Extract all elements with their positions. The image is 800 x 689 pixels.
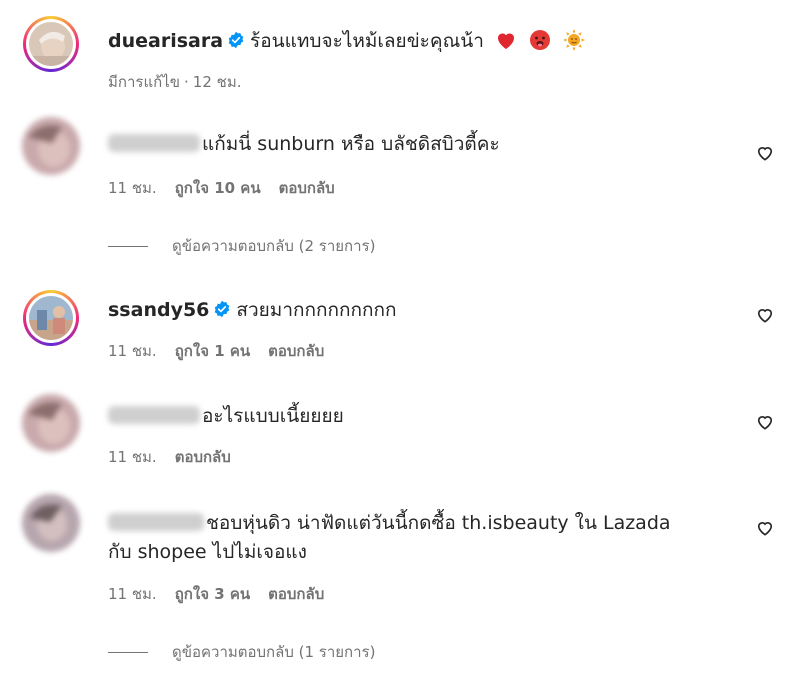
blurred-username[interactable]	[108, 134, 200, 152]
verified-badge-icon	[215, 300, 230, 318]
like-heart-icon[interactable]	[755, 412, 775, 432]
comment-text: แก้มนี่ sunburn หรือ บลัชดิสบิวตี้คะ	[108, 131, 500, 157]
comment-meta: 11 ชม. ตอบกลับ	[108, 445, 249, 469]
username[interactable]: duearisara	[108, 30, 223, 52]
likes-count[interactable]: ถูกใจ 3 คน	[175, 585, 250, 603]
comment-body: แก้มนี่ sunburn หรือ บลัชดิสบิวตี้คะ	[202, 133, 500, 155]
comment-text: ssandy56 สวยมากกกกกกกกก	[108, 297, 397, 323]
timestamp: 12 ชม.	[192, 73, 242, 91]
comment-body: สวยมากกกกกกกกก	[236, 299, 397, 321]
view-replies-label: ดูข้อความตอบกลับ (1 รายการ)	[172, 643, 376, 661]
comment-body: ร้อนแทบจะไหม้เลยข่ะคุณน้า	[250, 30, 484, 52]
comment-text: duearisara ร้อนแทบจะไหม้เลยข่ะคุณน้า	[108, 28, 586, 54]
timestamp: 11 ชม.	[108, 342, 157, 360]
view-replies-label: ดูข้อความตอบกลับ (2 รายการ)	[172, 237, 376, 255]
likes-count[interactable]: ถูกใจ 10 คน	[175, 179, 261, 197]
reply-button[interactable]: ตอบกลับ	[279, 179, 335, 197]
reply-button[interactable]: ตอบกลับ	[175, 448, 231, 466]
timestamp: 11 ชม.	[108, 179, 157, 197]
view-replies-button[interactable]: ดูข้อความตอบกลับ (1 รายการ)	[108, 640, 375, 664]
comment-meta: มีการแก้ไข · 12 ชม.	[108, 73, 242, 91]
reply-button[interactable]: ตอบกลับ	[268, 342, 324, 360]
blurred-username[interactable]	[108, 406, 200, 424]
avatar[interactable]	[22, 117, 80, 175]
divider	[108, 652, 148, 653]
avatar[interactable]	[22, 394, 80, 452]
sun-emoji-icon	[563, 29, 586, 51]
like-heart-icon[interactable]	[755, 143, 775, 163]
heart-emoji-icon	[497, 33, 514, 49]
likes-count[interactable]: ถูกใจ 1 คน	[175, 342, 250, 360]
comment-meta: 11 ชม. ถูกใจ 3 คน ตอบกลับ	[108, 582, 342, 606]
comment-text-line-2: กับ shopee ไปไม่เจอแง	[108, 541, 307, 563]
edited-label: มีการแก้ไข	[108, 73, 180, 91]
view-replies-button[interactable]: ดูข้อความตอบกลับ (2 รายการ)	[108, 234, 375, 258]
comment-body: ชอบหุ่นดิว น่าฟัดแต่วันนี้กดซื้อ th.isbe…	[206, 512, 671, 534]
avatar[interactable]	[23, 290, 79, 346]
comment-meta: 11 ชม. ถูกใจ 10 คน ตอบกลับ	[108, 176, 353, 200]
comment-meta: 11 ชม. ถูกใจ 1 คน ตอบกลับ	[108, 339, 342, 363]
verified-badge-icon	[228, 31, 244, 49]
like-heart-icon[interactable]	[755, 305, 775, 325]
avatar[interactable]	[23, 16, 79, 72]
divider	[108, 246, 148, 247]
timestamp: 11 ชม.	[108, 448, 157, 466]
comment-body: อะไรแบบเนี้ยยยย	[202, 405, 344, 427]
hot-face-emoji-icon	[529, 30, 550, 50]
like-heart-icon[interactable]	[755, 518, 775, 538]
blurred-username[interactable]	[108, 513, 204, 531]
comment-text-line-1: ชอบหุ่นดิว น่าฟัดแต่วันนี้กดซื้อ th.isbe…	[108, 510, 671, 536]
username[interactable]: ssandy56	[108, 299, 209, 321]
timestamp: 11 ชม.	[108, 585, 157, 603]
avatar[interactable]	[22, 494, 80, 552]
reply-button[interactable]: ตอบกลับ	[268, 585, 324, 603]
comment-text: อะไรแบบเนี้ยยยย	[108, 403, 344, 429]
